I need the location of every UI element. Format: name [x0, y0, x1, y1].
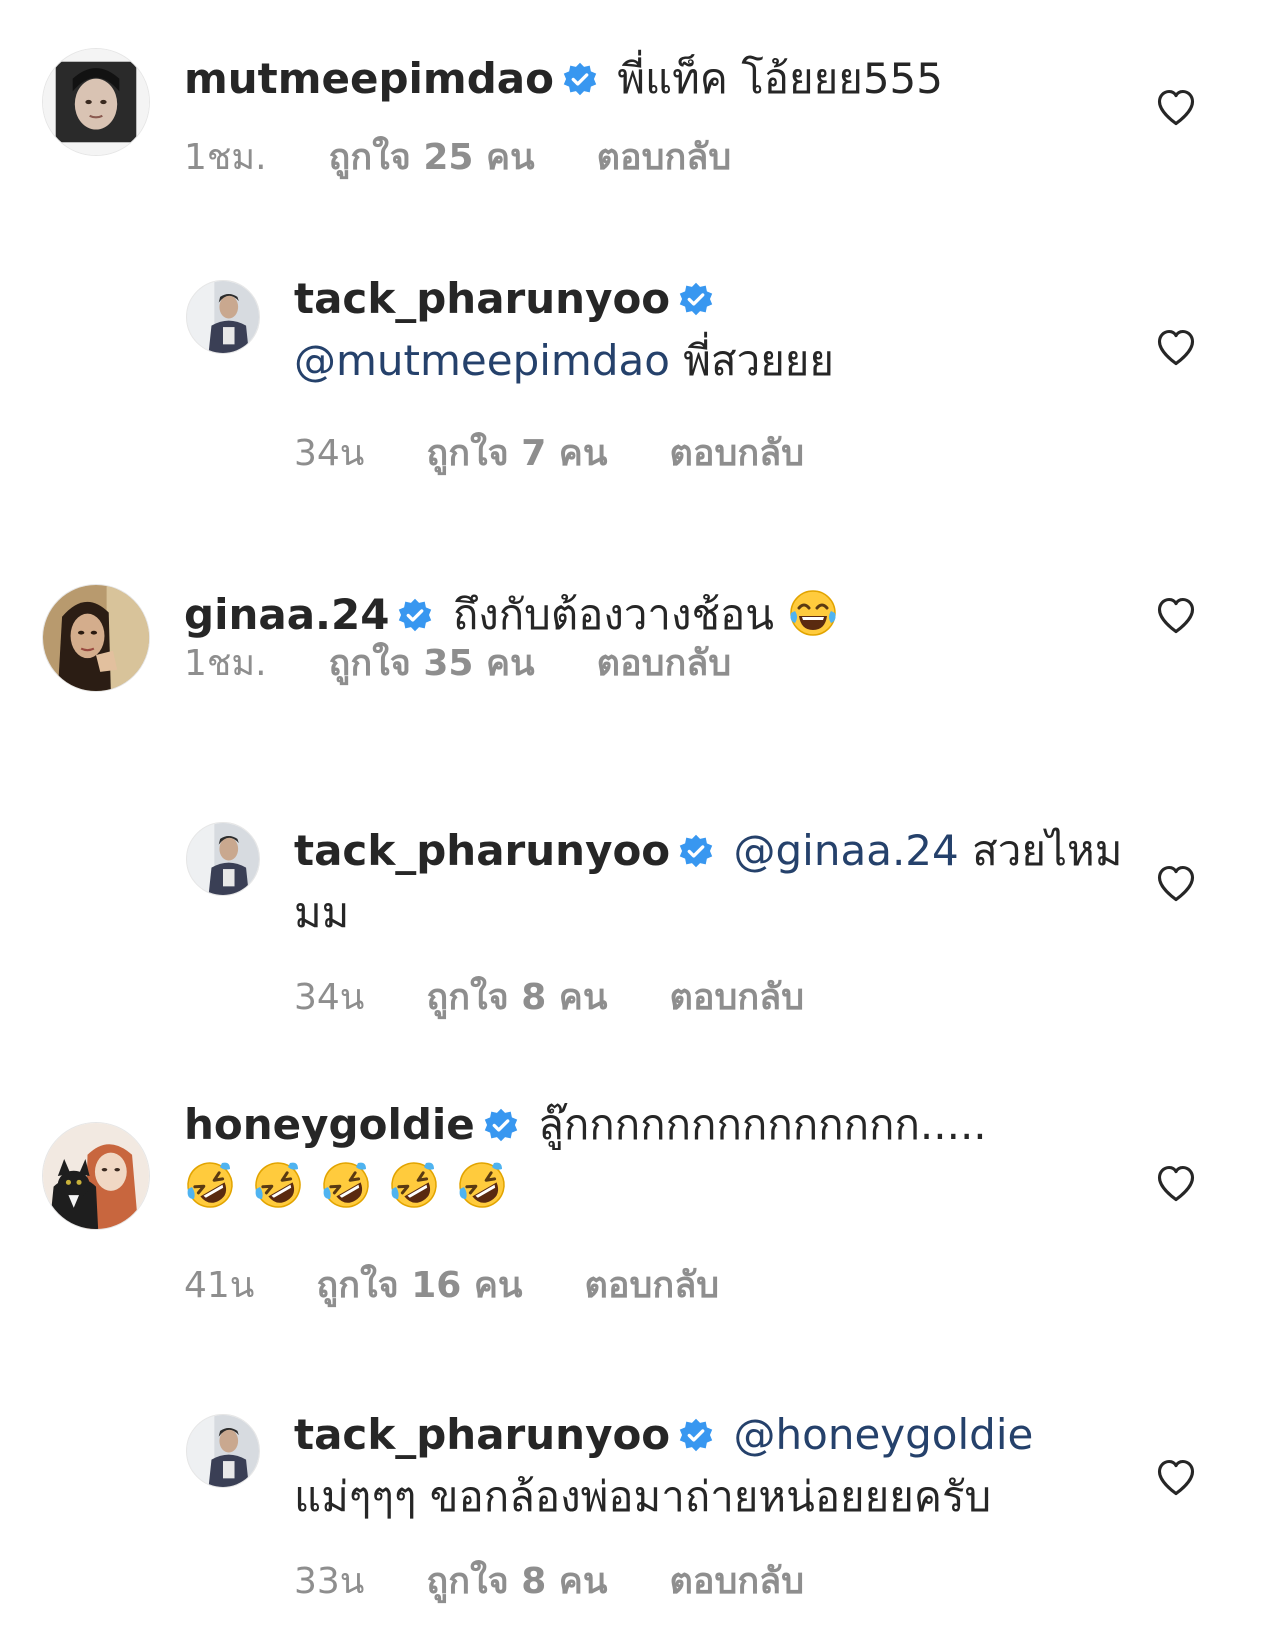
verified-badge-icon: [678, 833, 714, 869]
verified-badge-icon: [678, 1417, 714, 1453]
comment-meta: 41น ถูกใจ 16 คน ตอบกลับ: [184, 1264, 719, 1308]
rolling-on-floor-laughing-emoji: [388, 1159, 440, 1211]
rolling-on-floor-laughing-emoji: [184, 1159, 236, 1211]
timestamp: 34น: [294, 433, 365, 474]
reply-button[interactable]: ตอบกลับ: [670, 1560, 805, 1604]
avatar[interactable]: [42, 1122, 150, 1230]
avatar[interactable]: [42, 584, 150, 692]
rolling-on-floor-laughing-emoji: [320, 1159, 372, 1211]
likes-count[interactable]: ถูกใจ 7 คน: [426, 432, 607, 476]
avatar[interactable]: [186, 280, 260, 354]
mention-link[interactable]: @honeygoldie: [734, 1410, 1034, 1459]
comment-body: tack_pharunyoo @mutmeepimdao พี่สวยยย: [294, 268, 1130, 392]
avatar[interactable]: [186, 822, 260, 896]
comment-text: พี่แท็ค โอ้ยยย555: [617, 54, 943, 103]
username[interactable]: mutmeepimdao: [184, 54, 554, 103]
comment-meta: 1ชม. ถูกใจ 25 คน ตอบกลับ: [184, 136, 731, 180]
timestamp: 1ชม.: [184, 137, 267, 178]
heart-outline-icon[interactable]: [1154, 1456, 1198, 1500]
comment-body: tack_pharunyoo @honeygoldie แม่ๆๆๆ ขอกล้…: [294, 1404, 1130, 1528]
comment-text: ถึงกับต้องวางช้อน: [452, 590, 774, 639]
likes-count[interactable]: ถูกใจ 8 คน: [426, 1560, 607, 1604]
avatar[interactable]: [42, 48, 150, 156]
timestamp: 41น: [184, 1265, 255, 1306]
heart-outline-icon[interactable]: [1154, 86, 1198, 130]
heart-outline-icon[interactable]: [1154, 594, 1198, 638]
timestamp: 34น: [294, 977, 365, 1018]
comment-meta: 34น ถูกใจ 8 คน ตอบกลับ: [294, 976, 804, 1020]
username[interactable]: ginaa.24: [184, 590, 389, 639]
verified-badge-icon: [397, 597, 433, 633]
username[interactable]: tack_pharunyoo: [294, 274, 670, 323]
likes-count[interactable]: ถูกใจ 8 คน: [426, 976, 607, 1020]
likes-count[interactable]: ถูกใจ 25 คน: [329, 136, 535, 180]
reply-button[interactable]: ตอบกลับ: [670, 432, 805, 476]
comment-body: honeygoldie ลู๊กกกกกกกกกกกกกก.....: [184, 1094, 1130, 1218]
reply-button[interactable]: ตอบกลับ: [597, 136, 732, 180]
verified-badge-icon: [483, 1107, 519, 1143]
reply-button[interactable]: ตอบกลับ: [585, 1264, 720, 1308]
reply-button[interactable]: ตอบกลับ: [670, 976, 805, 1020]
comment-meta: 33น ถูกใจ 8 คน ตอบกลับ: [294, 1560, 804, 1604]
username[interactable]: tack_pharunyoo: [294, 826, 670, 875]
comment-meta: 34น ถูกใจ 7 คน ตอบกลับ: [294, 432, 804, 476]
timestamp: 33น: [294, 1561, 365, 1602]
verified-badge-icon: [678, 281, 714, 317]
comment-text: แม่ๆๆๆ ขอกล้องพ่อมาถ่ายหน่อยยยครับ: [294, 1472, 992, 1521]
heart-outline-icon[interactable]: [1154, 326, 1198, 370]
comment-body: tack_pharunyoo @ginaa.24 สวยไหมมม: [294, 820, 1130, 944]
tears-of-joy-emoji: [787, 587, 839, 639]
comment-body: mutmeepimdao พี่แท็ค โอ้ยยย555: [184, 48, 1130, 110]
comment-text: ลู๊กกกกกกกกกกกกกก.....: [538, 1100, 987, 1149]
comment-text: พี่สวยยย: [683, 336, 835, 385]
username[interactable]: honeygoldie: [184, 1100, 475, 1149]
mention-link[interactable]: @mutmeepimdao: [294, 336, 670, 385]
comment-body: ginaa.24 ถึงกับต้องวางช้อน: [184, 584, 1130, 646]
rolling-on-floor-laughing-emoji: [252, 1159, 304, 1211]
verified-badge-icon: [562, 61, 598, 97]
timestamp: 1ชม.: [184, 643, 267, 684]
rolling-on-floor-laughing-emoji: [456, 1159, 508, 1211]
heart-outline-icon[interactable]: [1154, 862, 1198, 906]
avatar[interactable]: [186, 1414, 260, 1488]
username[interactable]: tack_pharunyoo: [294, 1410, 670, 1459]
likes-count[interactable]: ถูกใจ 16 คน: [316, 1264, 522, 1308]
comment-meta: 1ชม. ถูกใจ 35 คน ตอบกลับ: [184, 642, 731, 686]
reply-button[interactable]: ตอบกลับ: [597, 642, 732, 686]
likes-count[interactable]: ถูกใจ 35 คน: [329, 642, 535, 686]
heart-outline-icon[interactable]: [1154, 1162, 1198, 1206]
mention-link[interactable]: @ginaa.24: [734, 826, 959, 875]
